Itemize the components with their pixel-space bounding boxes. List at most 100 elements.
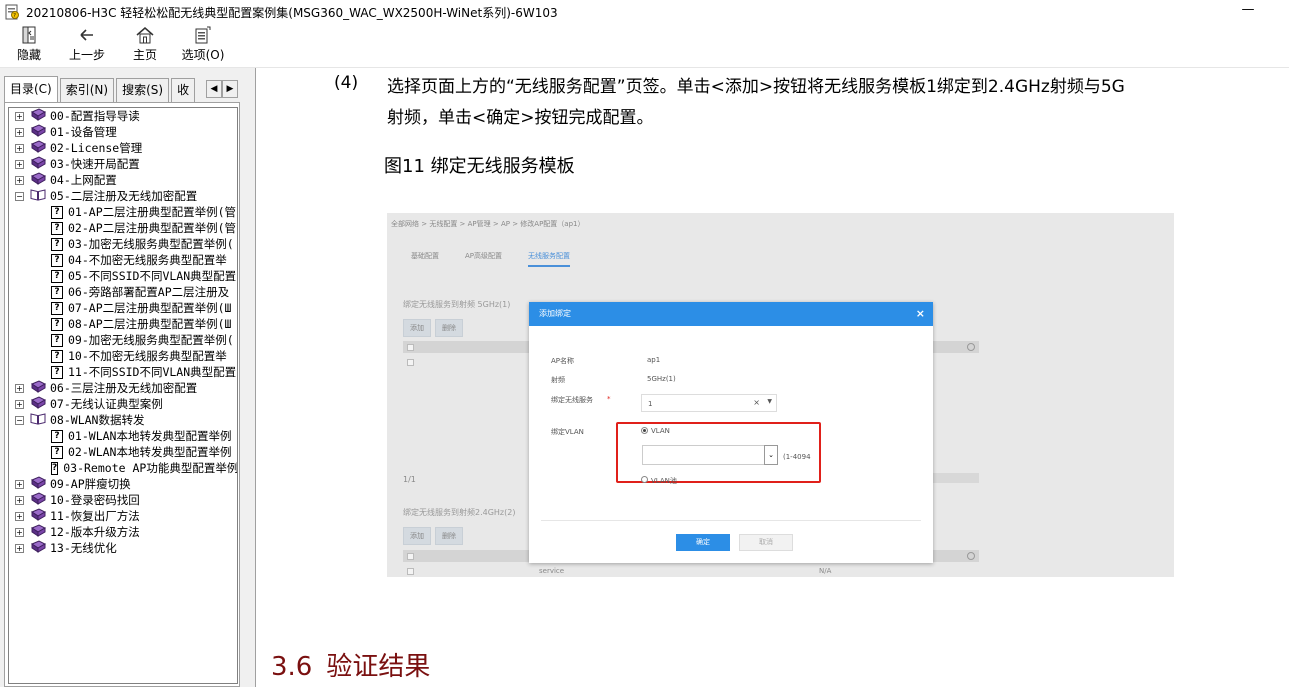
expand-icon[interactable]: +	[15, 127, 24, 137]
home-label: 主页	[132, 48, 157, 62]
tree-topic[interactable]: ? 09-加密无线服务典型配置举例(	[9, 332, 237, 348]
tree-item[interactable]: +00-配置指导导读	[9, 108, 237, 124]
tree-topic[interactable]: ? 05-不同SSID不同VLAN典型配置	[9, 268, 237, 284]
hide-button[interactable]: 隐藏	[0, 24, 58, 68]
ap-name-label: AP名称	[551, 357, 575, 365]
tree-topic[interactable]: ? 11-不同SSID不同VLAN典型配置	[9, 364, 237, 380]
tree-item[interactable]: +13-无线优化	[9, 539, 237, 556]
tree-topic-label: 04-不加密无线服务典型配置举	[68, 253, 227, 267]
tree-topic[interactable]: ? 02-AP二层注册典型配置举例(管	[9, 220, 237, 236]
home-button[interactable]: 主页	[116, 24, 174, 68]
tab-contents[interactable]: 目录(C)	[4, 76, 58, 102]
expand-icon[interactable]: +	[15, 527, 24, 537]
section-heading: 3.6 验证结果	[271, 646, 430, 683]
tree-topic[interactable]: ? 06-旁路部署配置AP二层注册及	[9, 284, 237, 300]
tree-topic[interactable]: ? 02-WLAN本地转发典型配置举例	[9, 444, 237, 460]
shot-row-na: N/A	[819, 567, 832, 575]
tree-topic[interactable]: ? 01-WLAN本地转发典型配置举例	[9, 428, 237, 444]
shot-add-button: 添加	[403, 319, 431, 337]
tree-item[interactable]: +02-License管理	[9, 139, 237, 156]
section-number: 3.6	[271, 652, 313, 682]
shot-tab-basic: 基础配置	[411, 252, 439, 260]
tree-item[interactable]: +10-登录密码找回	[9, 491, 237, 509]
tree-topic[interactable]: ? 03-加密无线服务典型配置举例(	[9, 236, 237, 252]
tree-topic[interactable]: ? 04-不加密无线服务典型配置举	[9, 252, 237, 268]
vlan-radio	[641, 427, 648, 434]
ap-name-value: ap1	[647, 356, 661, 364]
expand-icon[interactable]: +	[15, 111, 24, 121]
expand-icon[interactable]: +	[15, 143, 24, 153]
closed-book-icon	[30, 491, 50, 509]
tree-item-label: 01-设备管理	[50, 125, 117, 139]
options-button[interactable]: 选项(O)	[174, 24, 232, 68]
tree-item-label: 12-版本升级方法	[50, 525, 140, 539]
tree-item-label: 04-上网配置	[50, 173, 117, 187]
expand-icon[interactable]: +	[15, 159, 24, 169]
tree-item[interactable]: +04-上网配置	[9, 171, 237, 189]
bind-service-label: 绑定无线服务	[551, 396, 593, 404]
vlan-pool-radio	[641, 476, 648, 483]
tree-item[interactable]: +11-恢复出厂方法	[9, 507, 237, 525]
open-book-icon	[30, 412, 50, 429]
tree-item[interactable]: +07-无线认证典型案例	[9, 395, 237, 412]
tree-item[interactable]: +03-快速开局配置	[9, 155, 237, 173]
add-binding-dialog: 添加绑定 × AP名称 ap1 射频 5GHz(1) 绑定无线服务 * 1 × …	[529, 302, 933, 563]
tree-item[interactable]: +06-三层注册及无线加密配置	[9, 379, 237, 396]
help-topic-icon: ?	[51, 285, 63, 299]
tree-topic-label: 02-WLAN本地转发典型配置举例	[68, 445, 232, 459]
help-topic-icon: ?	[51, 333, 63, 347]
tree-item-label: 07-无线认证典型案例	[50, 397, 163, 411]
open-book-icon	[30, 188, 50, 205]
tree-topic[interactable]: ? 01-AP二层注册典型配置举例(管	[9, 204, 237, 220]
home-icon	[136, 27, 154, 44]
step-line-2: 射频，单击<确定>按钮完成配置。	[387, 108, 654, 128]
tree-item[interactable]: +12-版本升级方法	[9, 523, 237, 540]
help-topic-icon: ?	[51, 301, 63, 315]
closed-book-icon	[30, 155, 50, 173]
document-area[interactable]: (4) 选择页面上方的“无线服务配置”页签。单击<添加>按钮将无线服务模板1绑定…	[257, 68, 1289, 687]
expand-icon[interactable]: +	[15, 479, 24, 489]
dialog-divider	[541, 520, 921, 521]
tree-topic[interactable]: ? 08-AP二层注册典型配置举例(Ш	[9, 316, 237, 332]
expand-icon[interactable]: +	[15, 175, 24, 185]
expand-icon[interactable]: +	[15, 543, 24, 553]
contents-tree[interactable]: +00-配置指导导读 +01-设备管理 +02-License管理 +03-快速开局配…	[8, 107, 238, 684]
bind-service-select: 1 × ▼	[641, 394, 777, 412]
tree-item[interactable]: +01-设备管理	[9, 123, 237, 140]
tree-topic-label: 11-不同SSID不同VLAN典型配置	[68, 365, 237, 379]
close-icon: ×	[915, 307, 925, 320]
minimize-button[interactable]: —	[1241, 3, 1255, 19]
tree-item-label: 03-快速开局配置	[50, 157, 140, 171]
clear-icon: ×	[753, 398, 760, 407]
tab-scroll-right-button[interactable]: ▶	[222, 80, 238, 98]
closed-book-icon	[30, 171, 50, 189]
shot-tab-advanced: AP高级配置	[465, 252, 503, 260]
vlan-option-label: VLAN	[651, 427, 670, 435]
expand-icon[interactable]: +	[15, 399, 24, 409]
tab-scroll-left-button[interactable]: ◀	[206, 80, 222, 98]
shot-buttons-5g: 添加 删除	[403, 319, 463, 337]
tab-favorites[interactable]: 收	[171, 78, 196, 102]
closed-book-icon	[30, 507, 50, 525]
tree-topic[interactable]: ? 03-Remote AP功能典型配置举例	[9, 460, 237, 476]
step-number: (4)	[334, 73, 359, 93]
tab-index[interactable]: 索引(N)	[59, 78, 115, 102]
tree-item[interactable]: − 08-WLAN数据转发	[9, 412, 237, 428]
collapse-icon[interactable]: −	[15, 191, 24, 201]
tree-item[interactable]: − 05-二层注册及无线加密配置	[9, 188, 237, 204]
radio-value: 5GHz(1)	[647, 375, 676, 383]
tree-item-label: 06-三层注册及无线加密配置	[50, 381, 198, 395]
tree-topic[interactable]: ? 07-AP二层注册典型配置举例(Ш	[9, 300, 237, 316]
expand-icon[interactable]: +	[15, 511, 24, 521]
help-topic-icon: ?	[51, 205, 63, 219]
shot-checkbox	[407, 359, 414, 366]
tab-search[interactable]: 搜索(S)	[116, 78, 170, 102]
tree-topic-label: 10-不加密无线服务典型配置举	[68, 349, 227, 363]
back-button[interactable]: 上一步	[58, 24, 116, 68]
shot-tabs: 基础配置 AP高级配置 无线服务配置	[411, 251, 571, 267]
collapse-icon[interactable]: −	[15, 415, 24, 425]
expand-icon[interactable]: +	[15, 495, 24, 505]
tree-item[interactable]: +09-AP胖瘦切换	[9, 475, 237, 492]
tree-topic[interactable]: ? 10-不加密无线服务典型配置举	[9, 348, 237, 364]
expand-icon[interactable]: +	[15, 383, 24, 393]
